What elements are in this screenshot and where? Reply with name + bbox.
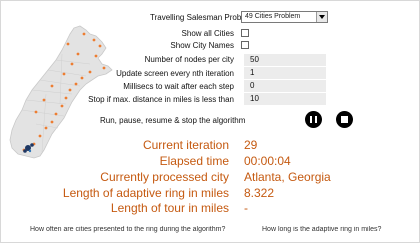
run-label: Run, pause, resume & stop the algorithm xyxy=(100,116,246,125)
stop-button[interactable] xyxy=(336,111,353,128)
tour-length-label: Length of tour in miles xyxy=(110,201,229,215)
elapsed-time-value: 00:00:04 xyxy=(244,154,291,168)
pause-icon-bar xyxy=(315,116,317,123)
chevron-down-icon[interactable] xyxy=(316,12,327,22)
pause-button[interactable] xyxy=(305,111,322,128)
pause-icon xyxy=(310,116,312,123)
show-city-names-checkbox[interactable] xyxy=(241,41,249,49)
problem-label: Travelling Salesman Problem xyxy=(150,13,255,22)
problem-select-value: 49 Cities Problem xyxy=(245,13,301,20)
current-city-value: Atlanta, Georgia xyxy=(244,170,331,184)
ring-length-value: 8.322 xyxy=(244,186,275,200)
frequency-chart-title: How often are cities presented to the ri… xyxy=(30,226,226,233)
show-all-cities-label: Show all Cities xyxy=(181,29,234,38)
stop-distance-label: Stop if max. distance in miles is less t… xyxy=(88,95,234,104)
nodes-per-city-label: Number of nodes per city xyxy=(144,55,234,64)
nodes-per-city-input[interactable]: 50 xyxy=(244,54,326,66)
ring-length-chart-title: How long is the adaptive ring in miles? xyxy=(262,226,382,233)
current-iteration-value: 29 xyxy=(244,138,258,152)
update-screen-label: Update screen every nth iteration xyxy=(116,69,234,78)
show-all-cities-checkbox[interactable] xyxy=(241,29,249,37)
current-iteration-label: Current iteration xyxy=(142,138,229,152)
problem-select[interactable]: 49 Cities Problem xyxy=(241,11,328,23)
millisecs-input[interactable]: 0 xyxy=(244,80,326,92)
current-city-label: Currently processed city xyxy=(100,170,229,184)
show-city-names-label: Show City Names xyxy=(170,41,234,50)
millisecs-label: Millisecs to wait after each step xyxy=(123,82,234,91)
stop-distance-input[interactable]: 10 xyxy=(244,93,326,105)
ring-length-label: Length of adaptive ring in miles xyxy=(62,186,229,200)
elapsed-time-label: Elapsed time xyxy=(159,154,229,168)
tour-length-value: - xyxy=(244,201,248,215)
update-screen-input[interactable]: 1 xyxy=(244,67,326,79)
stop-icon xyxy=(341,116,348,123)
